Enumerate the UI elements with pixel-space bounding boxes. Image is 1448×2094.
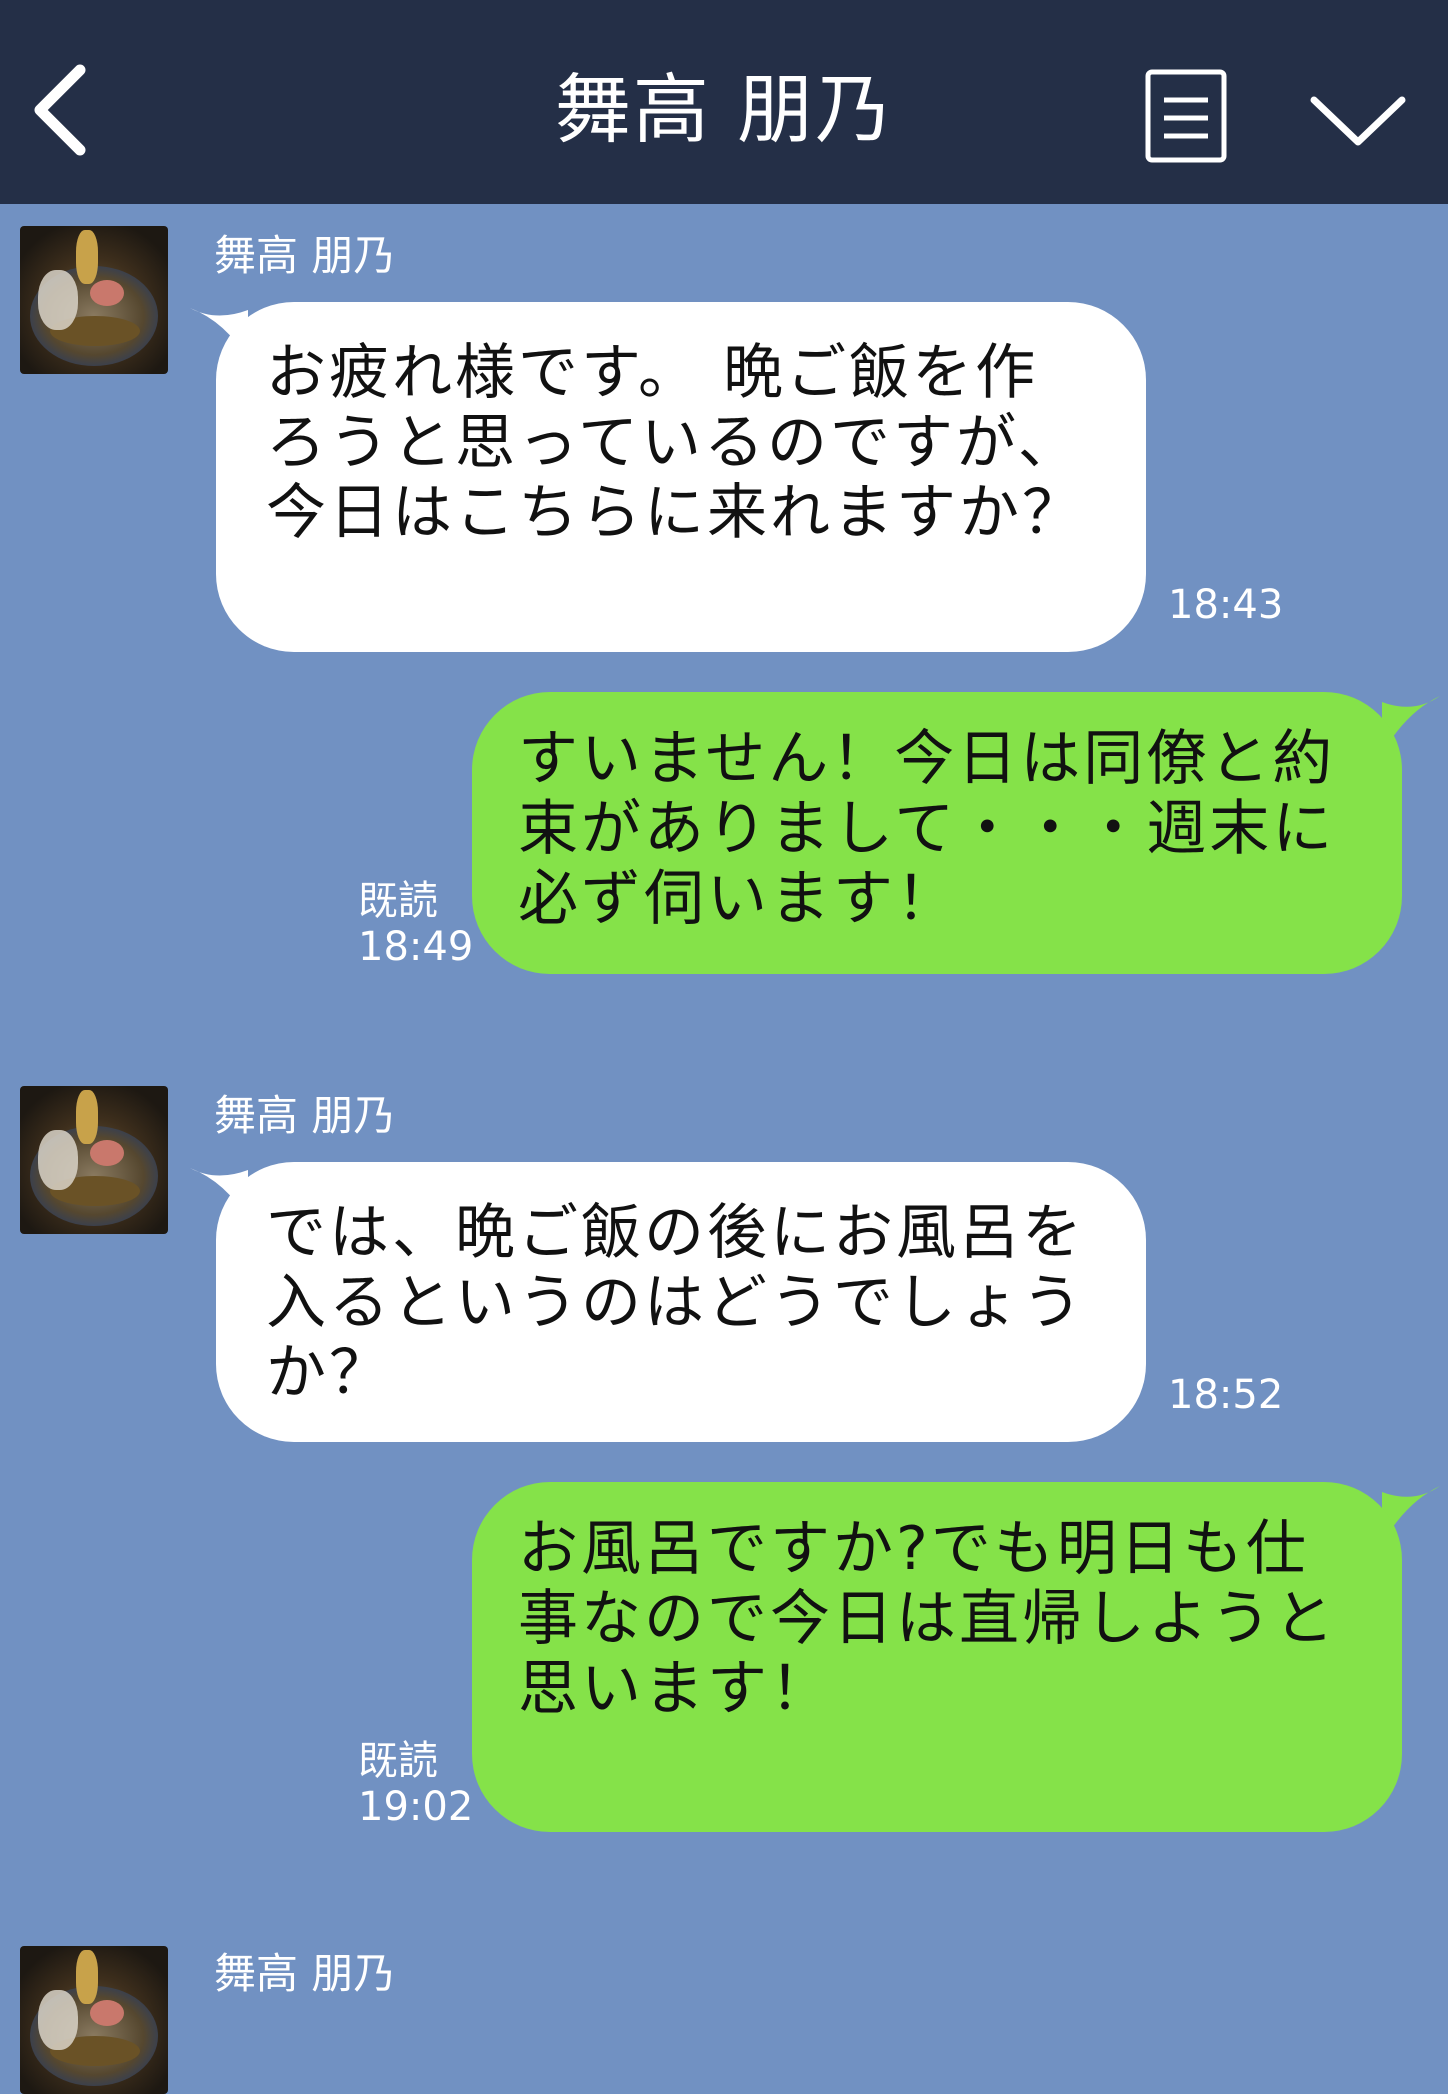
chat-title: 舞高 朋乃 bbox=[554, 65, 894, 154]
message-bubble-outgoing: すいません！今日は同僚と約束がありまして・・・週末に必ず伺います！ bbox=[472, 692, 1402, 974]
message-time: 18:52 bbox=[1168, 1372, 1284, 1418]
sender-name: 舞高 朋乃 bbox=[214, 1949, 396, 1998]
menu-list-icon bbox=[1145, 69, 1227, 163]
sender-name: 舞高 朋乃 bbox=[214, 231, 396, 280]
avatar[interactable] bbox=[20, 226, 168, 374]
chevron-down-icon bbox=[1310, 96, 1406, 146]
collapse-button[interactable] bbox=[1308, 86, 1408, 156]
avatar[interactable] bbox=[20, 1086, 168, 1234]
message-bubble-incoming: お疲れ様です。 晩ご飯を作ろうと思っているのですが、今日はこちらに来れますか？ bbox=[216, 302, 1146, 652]
message-bubble-outgoing: お風呂ですか?でも明日も仕事なので今日は直帰しようと思います！ bbox=[472, 1482, 1402, 1832]
read-receipt: 既読 19:02 bbox=[358, 1738, 473, 1830]
message-time: 18:49 bbox=[358, 924, 474, 970]
menu-button[interactable] bbox=[1144, 68, 1228, 164]
read-label: 既読 bbox=[358, 878, 438, 924]
chat-header: 舞高 朋乃 bbox=[0, 0, 1448, 204]
avatar[interactable] bbox=[20, 1946, 168, 2094]
message-time: 18:43 bbox=[1168, 582, 1284, 628]
sender-name: 舞高 朋乃 bbox=[214, 1091, 396, 1140]
message-time: 19:02 bbox=[358, 1784, 474, 1830]
message-bubble-incoming: では、晩ご飯の後にお風呂を入るというのはどうでしょうか？ bbox=[216, 1162, 1146, 1442]
read-receipt: 既読 18:49 bbox=[358, 878, 473, 970]
read-label: 既読 bbox=[358, 1738, 438, 1784]
